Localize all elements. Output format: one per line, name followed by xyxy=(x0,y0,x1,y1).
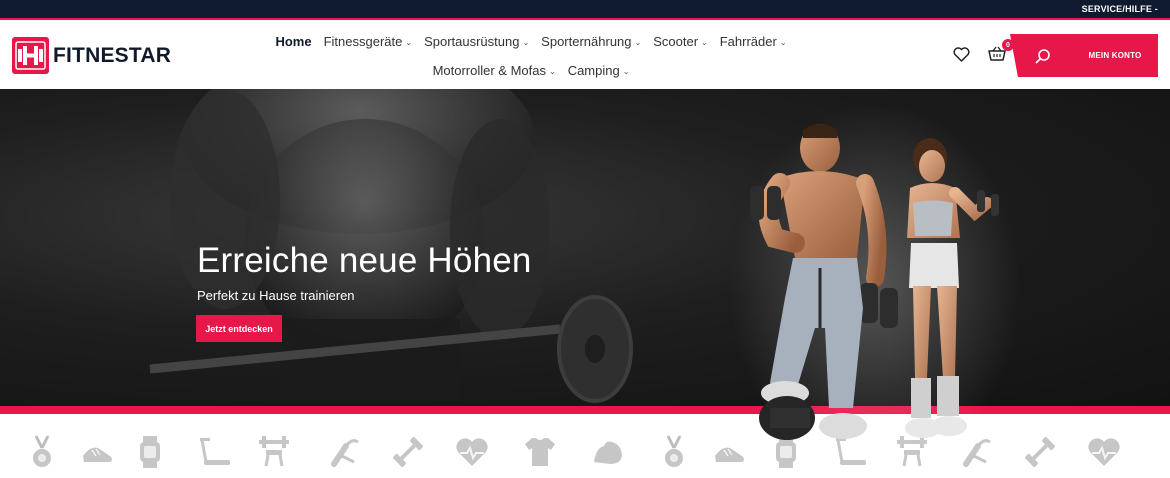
nav-item-label: Sportausrüstung xyxy=(424,34,520,49)
nav-item-motorroller[interactable]: Motorroller & Mofas ⌄ xyxy=(427,59,562,82)
heartbeat-icon xyxy=(1088,438,1120,466)
nav-item-label: Fahrräder xyxy=(719,34,777,49)
cart-button[interactable]: 0 xyxy=(986,39,1014,64)
nav-item-label: Motorroller & Mofas xyxy=(432,63,546,78)
chevron-down-icon: ⌄ xyxy=(548,67,556,76)
nav-item-scooter[interactable]: Scooter ⌄ xyxy=(647,30,714,53)
nav-item-sportausruestung[interactable]: Sportausrüstung ⌄ xyxy=(418,30,535,53)
nav-item-fitnessgeraete[interactable]: Fitnessgeräte ⌄ xyxy=(318,30,418,53)
chevron-down-icon: ⌄ xyxy=(622,67,630,76)
service-bar: SERVICE/HILFE - xyxy=(0,0,1170,20)
nav-item-label: Camping xyxy=(567,63,620,78)
hand-grip-icon xyxy=(331,439,359,467)
site-header: FITNESTAR Home Fitnessgeräte ⌄ Sportausrü… xyxy=(0,22,1170,89)
nav-item-label: Fitnessgeräte xyxy=(323,34,403,49)
nav-item-label: Sporternährung xyxy=(541,34,632,49)
nav-item-sporternaehrung[interactable]: Sporternährung ⌄ xyxy=(535,30,647,53)
nav-item-home[interactable]: Home xyxy=(269,30,317,53)
heart-icon xyxy=(952,46,970,62)
heartbeat-icon xyxy=(456,438,488,466)
header-actions: 0 xyxy=(950,39,1014,64)
search-button[interactable] xyxy=(1010,34,1076,77)
weight-bench-icon xyxy=(259,436,289,467)
smartwatch-icon xyxy=(140,436,160,468)
search-icon xyxy=(1035,48,1050,63)
background-weight-plate xyxy=(557,295,633,403)
chevron-down-icon: ⌄ xyxy=(405,38,413,47)
brand-name: FITNESTAR xyxy=(53,43,172,67)
wishlist-button[interactable] xyxy=(950,44,972,64)
my-account-button[interactable]: MEIN KONTO xyxy=(1066,34,1158,77)
chevron-down-icon: ⌄ xyxy=(779,38,787,47)
dumbbell-logo-icon xyxy=(12,37,49,74)
service-help-link[interactable]: SERVICE/HILFE - xyxy=(1082,4,1158,14)
hero-subtitle: Perfekt zu Hause trainieren xyxy=(197,288,355,303)
fitness-couple-image xyxy=(730,108,1020,473)
chevron-down-icon: ⌄ xyxy=(522,38,530,47)
chevron-down-icon: ⌄ xyxy=(634,38,642,47)
jersey-icon xyxy=(525,438,555,466)
treadmill-icon xyxy=(200,438,230,465)
flexed-arm-icon xyxy=(594,441,622,464)
my-account-label: MEIN KONTO xyxy=(1088,51,1142,60)
nav-item-fahrraeder[interactable]: Fahrräder ⌄ xyxy=(714,30,793,53)
dumbbell-icon xyxy=(392,436,424,468)
dumbbell-icon xyxy=(1024,436,1056,468)
medal-icon xyxy=(33,435,51,467)
main-navigation: Home Fitnessgeräte ⌄ Sportausrüstung ⌄ Spo… xyxy=(216,30,846,82)
site-logo[interactable]: FITNESTAR xyxy=(12,37,171,74)
nav-item-camping[interactable]: Camping ⌄ xyxy=(562,59,636,82)
chevron-down-icon: ⌄ xyxy=(701,38,708,47)
hero-title: Erreiche neue Höhen xyxy=(197,241,532,280)
nav-item-label: Scooter xyxy=(653,34,699,49)
sneaker-icon xyxy=(83,447,112,462)
nav-item-label: Home xyxy=(275,34,312,49)
medal-icon xyxy=(665,435,683,467)
discover-now-button[interactable]: Jetzt entdecken xyxy=(196,315,282,342)
